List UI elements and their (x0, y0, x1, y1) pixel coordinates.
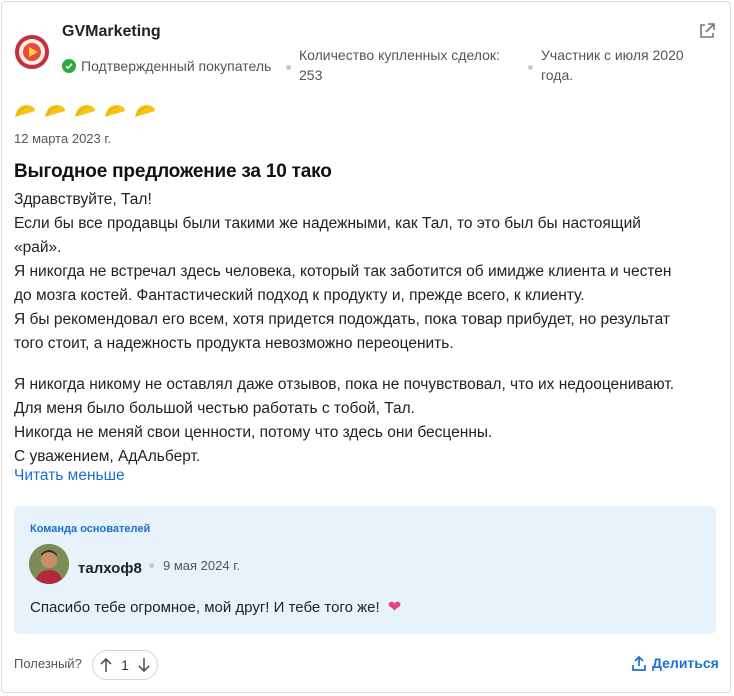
reply-meta-separator (149, 563, 154, 568)
reply-text: Спасибо тебе огромное, мой друг! И тебе … (30, 599, 380, 616)
author-name[interactable]: GVMarketing (62, 23, 161, 41)
vote-count: 1 (121, 657, 129, 673)
reply-author-name[interactable]: талхоф8 (78, 560, 142, 577)
body-line: Я бы рекомендовал его всем, хотя придетс… (14, 311, 670, 328)
arrow-up-icon[interactable] (99, 657, 113, 673)
share-button[interactable]: Делиться (632, 655, 719, 671)
reply-avatar[interactable] (29, 544, 69, 584)
reply-date: 9 мая 2024 г. (163, 558, 240, 573)
deals-info: Количество купленных сделок: 253 (299, 45, 500, 85)
taco-star-icon (45, 105, 65, 117)
body-line: Здравствуйте, Тал! (14, 191, 152, 208)
meta-separator (286, 65, 291, 70)
share-label: Делиться (652, 655, 719, 671)
member-since-line2: года. (541, 67, 574, 83)
body-line: Если бы все продавцы были такими же наде… (14, 215, 641, 232)
read-less-link[interactable]: Читать меньше (14, 467, 125, 485)
deals-label: Количество купленных сделок: (299, 47, 500, 63)
body-line: Никогда не меняй свои ценности, потому ч… (14, 424, 493, 441)
avatar-logo-image (15, 35, 49, 69)
verified-label: Подтвержденный покупатель (81, 58, 272, 74)
heart-icon: ❤ (387, 599, 402, 616)
body-line: «рай». (14, 239, 62, 256)
arrow-down-icon[interactable] (137, 657, 151, 673)
check-circle-icon (62, 59, 76, 73)
vote-control: 1 (92, 650, 158, 680)
review-date: 12 марта 2023 г. (14, 131, 112, 146)
body-line: Для меня было большой честью работать с … (14, 400, 415, 417)
body-line: С уважением, АдАльберт. (14, 448, 201, 465)
taco-star-icon (75, 105, 95, 117)
body-line: Я никогда не встречал здесь человека, ко… (14, 263, 672, 280)
helpful-label: Полезный? (14, 656, 82, 671)
team-label: Команда основателей (30, 523, 151, 535)
author-avatar[interactable] (14, 34, 50, 70)
reply-text-row: Спасибо тебе огромное, мой друг! И тебе … (30, 597, 401, 617)
share-icon (632, 655, 646, 671)
seller-reply: Команда основателей талхоф8 9 мая 2024 г… (14, 506, 716, 634)
taco-star-icon (135, 105, 155, 117)
deals-count: 253 (299, 67, 323, 83)
review-body: Здравствуйте, Тал! Если бы все продавцы … (14, 188, 718, 469)
rating-stars (14, 103, 156, 119)
taco-star-icon (105, 105, 125, 117)
body-line: до мозга костей. Фантастический подход к… (14, 287, 585, 304)
member-since-line1: Участник с июля 2020 (541, 47, 684, 63)
external-link-icon[interactable] (698, 22, 718, 42)
meta-separator (528, 65, 533, 70)
review-title: Выгодное предложение за 10 тако (14, 161, 332, 182)
reply-avatar-image (29, 544, 69, 584)
body-line: Я никогда никому не оставлял даже отзыво… (14, 376, 675, 393)
review-card: GVMarketing Подтвержденный покупатель Ко… (1, 1, 731, 693)
body-line: того стоит, а надежность продукта невозм… (14, 335, 454, 352)
taco-star-icon (15, 105, 35, 117)
verified-buyer: Подтвержденный покупатель (62, 56, 271, 76)
member-since: Участник с июля 2020 года. (541, 45, 684, 85)
